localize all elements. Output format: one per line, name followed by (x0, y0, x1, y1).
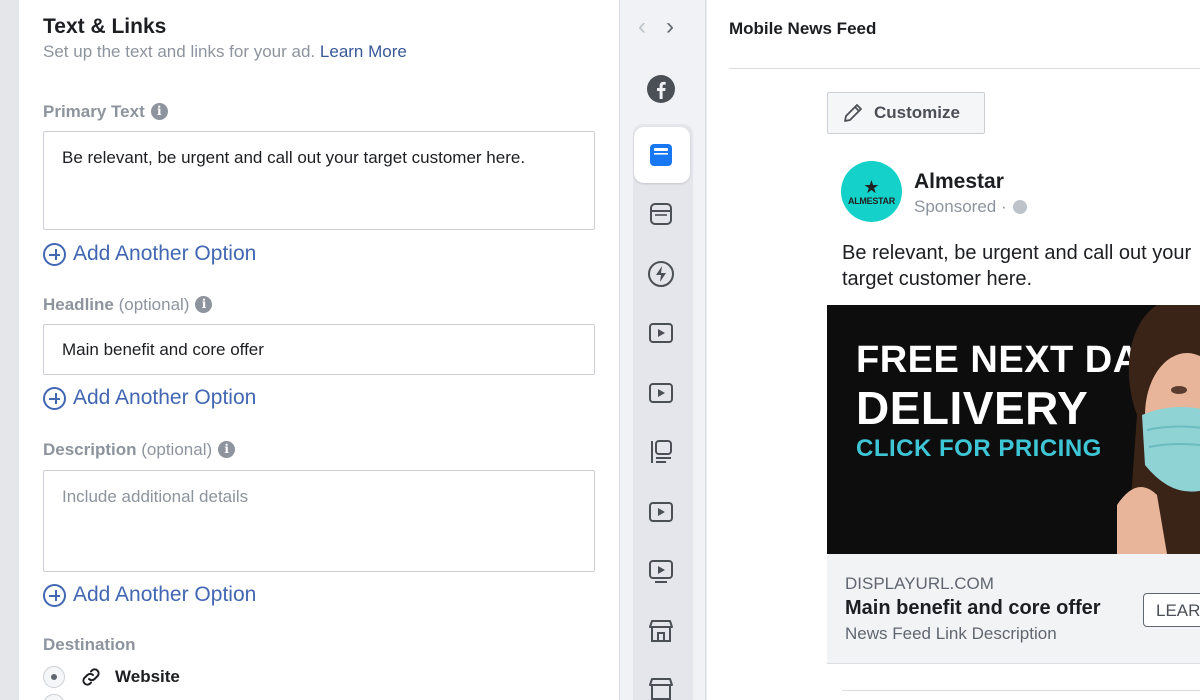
ad-preview-panel: Mobile News Feed Customize ★ ALMESTAR Al… (707, 0, 1200, 700)
divider (729, 68, 1200, 69)
section-subtitle: Set up the text and links for your ad. L… (43, 42, 407, 62)
info-icon[interactable]: i (218, 441, 236, 458)
video-icon[interactable] (644, 376, 678, 410)
marketplace-icon[interactable] (644, 614, 678, 648)
website-label: Website (115, 667, 180, 686)
placement-nav: ‹ › (638, 13, 674, 41)
facebook-icon[interactable] (644, 72, 678, 106)
globe-icon (1012, 200, 1027, 214)
chevron-left-icon[interactable]: ‹ (638, 13, 646, 41)
headline-field[interactable]: Main benefit and core offer (43, 324, 595, 375)
description-label-text: Description (43, 440, 137, 459)
add-option-label: Add Another Option (73, 583, 257, 606)
display-url: DISPLAYURL.COM (845, 574, 994, 593)
preview-placement-title: Mobile News Feed (729, 19, 877, 38)
learn-more-link[interactable]: Learn More (320, 42, 407, 61)
sponsored-text: Sponsored · (914, 197, 1007, 216)
text-links-panel: Text & Links Set up the text and links f… (19, 0, 620, 700)
optional-tag: (optional) (141, 440, 213, 459)
plus-circle-icon (43, 386, 66, 410)
description-label: Description (optional) i (43, 440, 236, 460)
primary-text-label: Primary Text i (43, 102, 168, 122)
placement-strip: ‹ › (620, 0, 706, 700)
video-feed-icon[interactable] (644, 316, 678, 350)
subtitle-text: Set up the text and links for your ad. (43, 42, 316, 61)
plus-circle-icon (43, 242, 66, 266)
pencil-icon (844, 104, 862, 122)
post-primary-text: Be relevant, be urgent and call out your… (842, 242, 1192, 290)
primary-text-field[interactable]: Be relevant, be urgent and call out your… (43, 131, 595, 230)
customize-button[interactable]: Customize (827, 92, 985, 134)
ad-creative-image[interactable]: FREE NEXT DAY DELIVERY CLICK FOR PRICING (827, 305, 1200, 554)
info-icon[interactable]: i (195, 296, 213, 313)
headline-label-text: Headline (43, 295, 114, 314)
in-stream-video-icon[interactable] (644, 495, 678, 529)
link-icon (82, 668, 100, 686)
description-field[interactable]: Include additional details (43, 470, 595, 572)
destination-label: Destination (43, 635, 136, 654)
add-option-label: Add Another Option (73, 386, 257, 409)
stories-icon[interactable] (644, 435, 678, 469)
link-description: News Feed Link Description (845, 624, 1057, 643)
feed-icon[interactable] (644, 138, 678, 172)
add-description-option-button[interactable]: Add Another Option (43, 583, 256, 607)
learn-more-cta-button[interactable]: LEARN MORE (1143, 593, 1200, 627)
ad-cta-line: CLICK FOR PRICING (856, 435, 1102, 462)
instant-articles-icon[interactable] (644, 257, 678, 291)
primary-text-label-text: Primary Text (43, 102, 145, 121)
radio-button[interactable] (43, 694, 65, 700)
page-avatar[interactable]: ★ ALMESTAR (841, 161, 902, 222)
add-headline-option-button[interactable]: Add Another Option (43, 386, 256, 410)
ad-headline-line-2: DELIVERY (856, 382, 1089, 434)
divider (842, 690, 1200, 691)
logo-mark-icon: ★ (863, 176, 880, 197)
link-headline: Main benefit and core offer (845, 597, 1101, 619)
destination-website-option[interactable]: Website (43, 665, 180, 689)
section-title: Text & Links (43, 15, 167, 38)
avatar-brand-text: ALMESTAR (848, 195, 895, 206)
headline-label: Headline (optional) i (43, 295, 213, 315)
info-icon[interactable]: i (150, 103, 168, 120)
left-gutter (0, 0, 19, 700)
video-search-icon[interactable] (644, 554, 678, 588)
woman-with-mask-image (1117, 305, 1200, 554)
radio-button[interactable] (43, 666, 65, 688)
chevron-right-icon[interactable]: › (666, 13, 674, 41)
marketplace-alt-icon[interactable] (644, 672, 678, 700)
page-name[interactable]: Almestar (914, 170, 1004, 194)
link-description-box[interactable]: DISPLAYURL.COM Main benefit and core off… (827, 554, 1200, 664)
optional-tag: (optional) (118, 295, 190, 314)
feed-alt-icon[interactable] (644, 197, 678, 231)
customize-label: Customize (874, 103, 960, 122)
add-primary-text-option-button[interactable]: Add Another Option (43, 242, 256, 266)
sponsored-label: Sponsored · (914, 197, 1027, 217)
add-option-label: Add Another Option (73, 242, 257, 265)
plus-circle-icon (43, 583, 66, 607)
